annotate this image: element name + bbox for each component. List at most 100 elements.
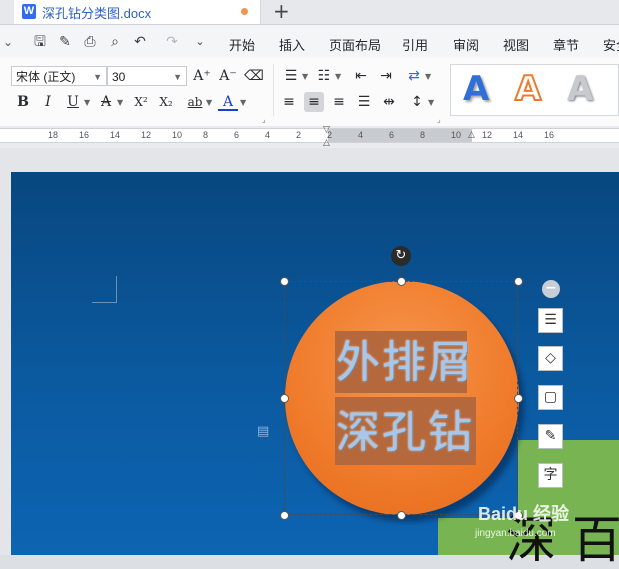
italic-button[interactable]: I [38,92,58,112]
line-spacing-icon[interactable]: ↕ [407,92,427,112]
text-direction-icon[interactable]: ⇄ [404,66,424,86]
more-icon[interactable]: ⌄ [191,33,209,51]
menu-references[interactable]: 引用 [402,35,428,54]
resize-handle-top-right[interactable] [514,277,523,286]
resize-handle-bottom[interactable] [397,511,406,520]
undo-icon[interactable]: ↶ [131,33,149,51]
char-shading-dropdown-icon[interactable]: ▼ [206,98,212,107]
menu-insert[interactable]: 插入 [279,35,305,54]
text-direction-dropdown-icon[interactable]: ▼ [425,72,431,81]
subscript-button[interactable]: X₂ [156,92,176,112]
new-tab-button[interactable]: + [273,0,290,22]
font-color-button[interactable]: A [218,92,238,111]
bold-button[interactable]: B [13,92,33,112]
page-margin-corner [92,276,117,303]
align-center-icon[interactable]: ≡ [304,92,324,112]
rotate-handle-icon[interactable]: ↻ [391,246,411,266]
resize-handle-top[interactable] [397,277,406,286]
menu-review[interactable]: 审阅 [453,35,479,54]
ruler-tick-label: 10 [451,130,462,140]
numbered-list-dropdown-icon[interactable]: ▼ [335,72,341,81]
save-icon[interactable]: 🖫 [31,33,49,51]
horizontal-ruler[interactable]: 18 16 14 12 10 8 6 4 2 2 4 6 8 10 12 14 16 [0,128,619,143]
hanging-indent-marker[interactable]: △ [323,139,330,148]
increase-font-button[interactable]: A⁺ [192,66,212,86]
selection-box [284,281,518,515]
outline-icon[interactable]: ▢ [538,385,563,410]
menu-section[interactable]: 章节 [553,35,579,54]
menu-page-layout[interactable]: 页面布局 [329,35,381,54]
wrap-text-icon[interactable]: ☰ [538,308,563,333]
fill-icon[interactable]: ◇ [538,346,563,371]
font-size-value: 30 [112,70,126,84]
font-size-select[interactable]: 30 ▼ [107,66,187,86]
resize-handle-bottom-left[interactable] [280,511,289,520]
ruler-tick-label: 10 [172,130,183,140]
font-color-dropdown-icon[interactable]: ▼ [240,98,246,107]
ruler-tick-label: 16 [79,130,90,140]
font-name-value: 宋体 (正文) [16,70,76,84]
wordart-style-gallery[interactable]: A A A [450,64,619,116]
ruler-tick-label: 4 [265,130,271,140]
ruler-tick-label: 12 [141,130,152,140]
document-tab[interactable]: W 深孔钻分类图.docx [14,0,261,24]
bullet-list-icon[interactable]: ☰ [281,66,301,86]
wordart-style-orange-outline[interactable]: A [514,68,542,110]
right-indent-marker[interactable]: △ [468,131,475,140]
unsaved-indicator [241,8,248,15]
word-doc-icon: W [22,4,36,19]
wordart-style-blue[interactable]: A [463,69,489,109]
menu-view[interactable]: 视图 [503,35,529,54]
menu-security[interactable]: 安全 [603,35,619,54]
strikethrough-button[interactable]: A [96,92,116,112]
clear-format-eraser-icon[interactable]: ⌫ [244,66,264,86]
justify-icon[interactable]: ☰ [354,92,374,112]
strikethrough-dropdown-icon[interactable]: ▼ [117,98,123,107]
wordart-style-gray[interactable]: A [567,69,593,109]
menu-start[interactable]: 开始 [229,35,255,54]
print-preview-icon[interactable]: ⌕ [106,33,124,51]
align-left-icon[interactable]: ≡ [279,92,299,112]
anchor-icon: ▤ [257,424,270,439]
baidu-watermark-url: jingyan.baidu.com [475,528,556,539]
bullet-list-dropdown-icon[interactable]: ▼ [302,72,308,81]
ruler-tick-label: 4 [358,130,364,140]
ruler-tick-label: 8 [420,130,426,140]
numbered-list-icon[interactable]: ☷ [314,66,334,86]
font-name-select[interactable]: 宋体 (正文) ▼ [11,66,107,86]
first-line-indent-marker[interactable]: ▽ [323,126,330,135]
paragraph-dialog-launcher-icon[interactable]: ⌟ [437,115,441,124]
chevron-down-icon: ▼ [93,72,102,82]
decrease-indent-icon[interactable]: ⇤ [351,66,371,86]
underline-button[interactable]: U [63,92,83,112]
baidu-watermark: Baidu 经验 [478,504,570,524]
text-style-icon[interactable]: 字 [538,463,563,488]
ruler-tick-label: 14 [513,130,524,140]
resize-handle-right[interactable] [514,394,523,403]
print-icon[interactable]: ⎙ [81,33,99,51]
chevron-down-icon: ▼ [173,72,182,82]
ruler-tick-label: 2 [296,130,302,140]
decrease-font-button[interactable]: A⁻ [218,66,238,86]
resize-handle-left[interactable] [280,394,289,403]
document-title: 深孔钻分类图.docx [42,6,152,21]
distribute-icon[interactable]: ⇹ [379,92,399,112]
collapse-toolbar-icon[interactable]: − [542,280,560,298]
align-right-icon[interactable]: ≡ [329,92,349,112]
ruler-tick-label: 12 [482,130,493,140]
font-dialog-launcher-icon[interactable]: ⌟ [262,115,266,124]
ruler-tick-label: 6 [389,130,395,140]
increase-indent-icon[interactable]: ⇥ [376,66,396,86]
resize-handle-top-left[interactable] [280,277,289,286]
format-painter-icon[interactable]: ✎ [56,33,74,51]
char-shading-button[interactable]: ab [185,92,205,112]
ruler-tick-label: 6 [234,130,240,140]
underline-dropdown-icon[interactable]: ▼ [84,98,90,107]
ruler-tick-label: 16 [544,130,555,140]
superscript-button[interactable]: X² [131,92,151,112]
redo-icon[interactable]: ↷ [163,33,181,51]
ribbon-separator [273,64,274,116]
menu-collapse-chevron-icon[interactable]: ⌄ [3,35,13,49]
pen-icon[interactable]: ✎ [538,424,563,449]
line-spacing-dropdown-icon[interactable]: ▼ [428,98,434,107]
